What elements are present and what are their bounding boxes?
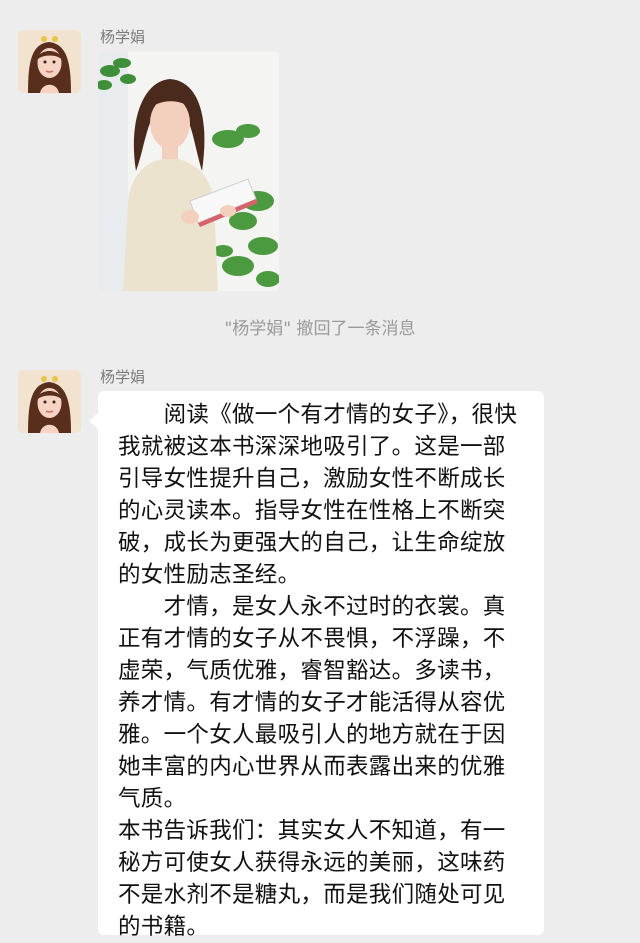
sender-name: 杨学娟 [100, 28, 146, 46]
photo-woman-reading [98, 51, 279, 291]
message-paragraph: 阅读《做一个有才情的女子》，很快我就被这本书深深地吸引了。这是一部引导女性提升自… [118, 402, 518, 588]
sender-name-2: 杨学娟 [100, 368, 146, 386]
sender-avatar[interactable] [18, 30, 81, 93]
avatar-portrait-icon [18, 370, 81, 433]
text-message-bubble[interactable]: 阅读《做一个有才情的女子》，很快我就被这本书深深地吸引了。这是一部引导女性提升自… [89, 391, 544, 940]
sender-avatar-2[interactable] [18, 370, 81, 433]
recall-notice: "杨学娟" 撤回了一条消息 [224, 319, 416, 339]
message-paragraph: 才情，是女人永不过时的衣裳。真正有才情的女子从不畏惧，不浮躁，不虚荣，气质优雅，… [118, 594, 506, 812]
message-paragraph: 本书告诉我们：其实女人不知道，有一秘方可使女人获得永远的美丽，这味药不是水剂不是… [118, 818, 506, 940]
avatar-portrait-icon [18, 30, 81, 93]
image-message[interactable] [98, 51, 279, 291]
message-text: 阅读《做一个有才情的女子》，很快我就被这本书深深地吸引了。这是一部引导女性提升自… [118, 399, 528, 943]
